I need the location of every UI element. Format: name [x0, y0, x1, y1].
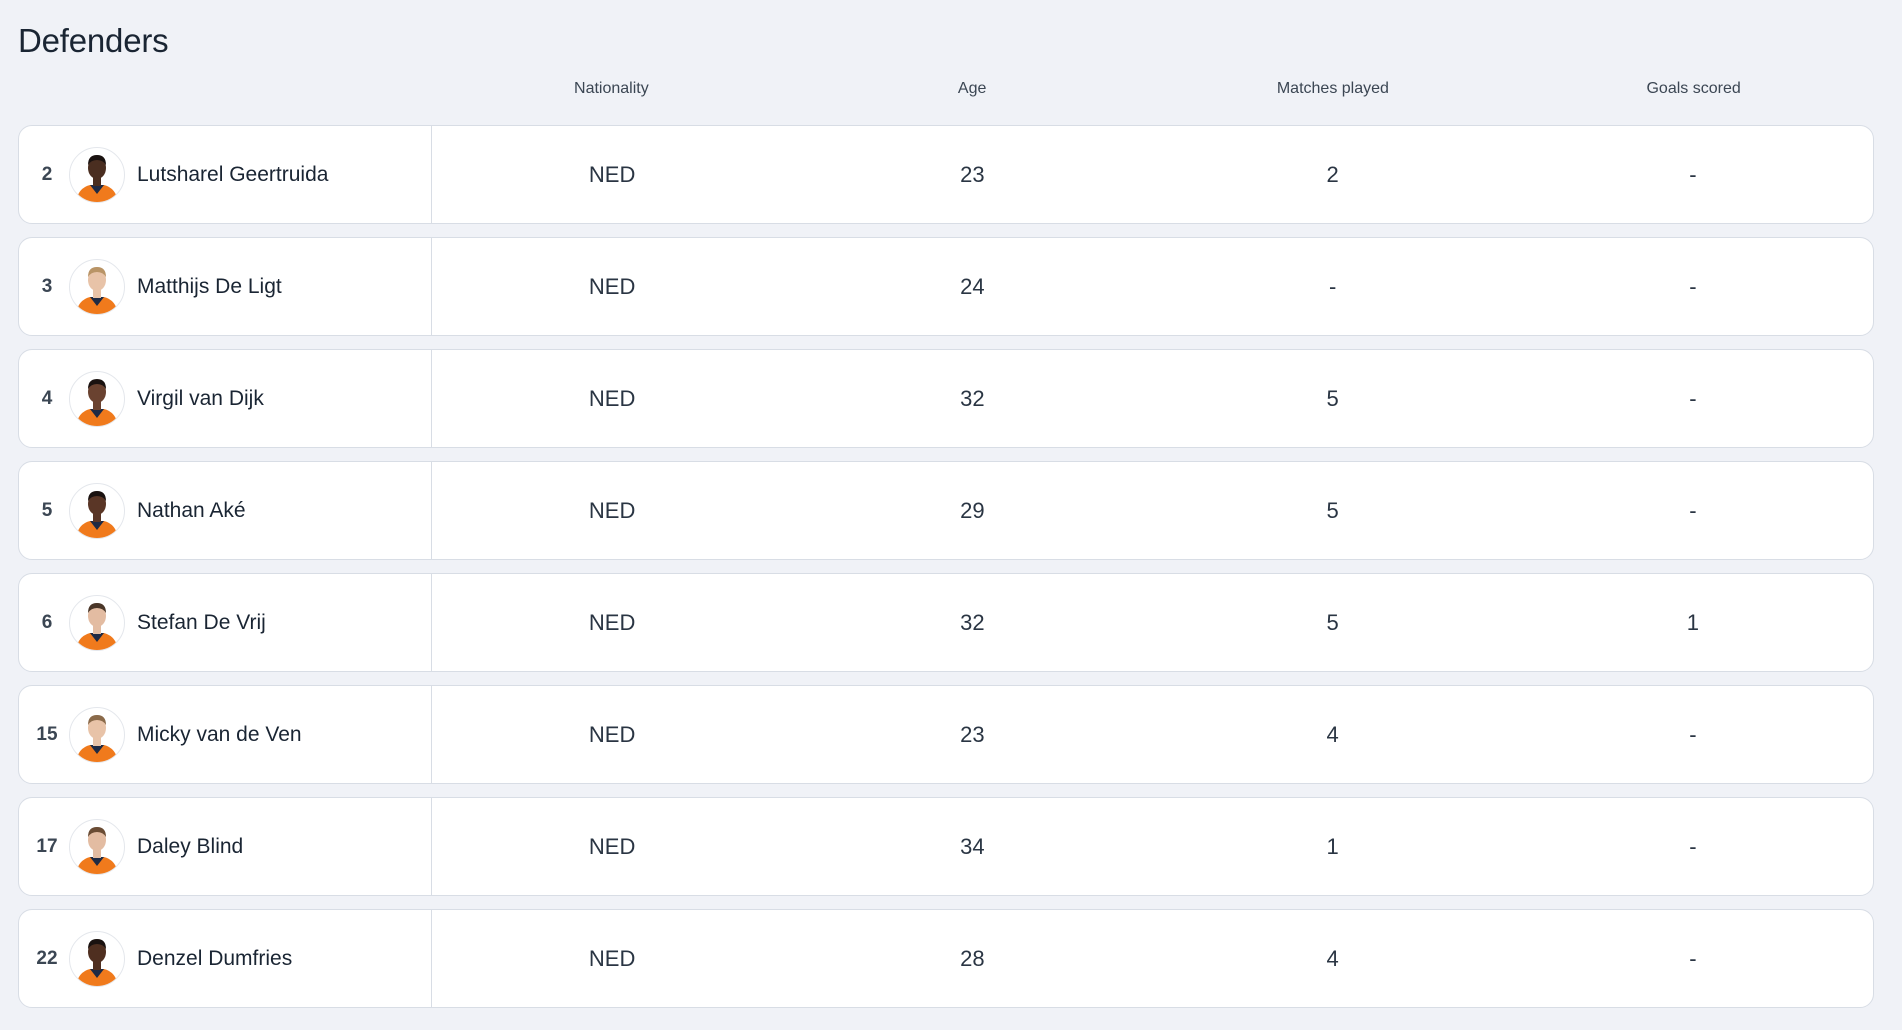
player-name[interactable]: Stefan De Vrij [137, 611, 266, 635]
matches-played-value: 5 [1326, 385, 1339, 411]
player-list: 2 Lutsharel Geertruida NED 23 2-3 Matthijs De… [18, 125, 1874, 1021]
player-row[interactable]: 6 Stefan De Vrij NED 32 5 1 [18, 573, 1874, 672]
player-row[interactable]: 5 Nathan Aké NED 29 5 - [18, 461, 1874, 560]
player-stats: NED 28 4 - [432, 910, 1873, 1007]
matches-played-value: 5 [1326, 609, 1339, 635]
shirt-number: 2 [41, 163, 53, 185]
goals-scored-value: - [1689, 161, 1697, 187]
player-stats: NED 23 4 - [432, 686, 1873, 783]
section-title: Defenders [18, 22, 169, 59]
header-matches-played: Matches played [1276, 80, 1389, 97]
goals-scored-value: - [1689, 497, 1697, 523]
player-photo-icon [76, 938, 118, 986]
player-row[interactable]: 15 Micky van de Ven NED 23 4 - [18, 685, 1874, 784]
player-row[interactable]: 4 Virgil van Dijk NED 32 5 - [18, 349, 1874, 448]
player-row[interactable]: 17 Daley Blind NED 34 1 - [18, 797, 1874, 896]
nationality-value: NED [588, 161, 636, 187]
player-stats: NED 32 5 - [432, 350, 1873, 447]
shirt-number: 4 [41, 387, 53, 409]
shirt-number: 17 [36, 835, 58, 857]
age-value: 23 [960, 721, 985, 747]
player-name[interactable]: Matthijs De Ligt [137, 275, 282, 299]
age-value: 23 [960, 161, 985, 187]
age-value: 24 [960, 273, 985, 299]
player-row[interactable]: 3 Matthijs De Ligt NED 24 - - [18, 237, 1874, 336]
player-stats: NED 29 5 - [432, 462, 1873, 559]
matches-played-value: 4 [1326, 945, 1339, 971]
player-avatar [69, 370, 125, 427]
player-avatar [69, 706, 125, 763]
nationality-value: NED [588, 497, 636, 523]
player-photo-icon [76, 714, 118, 762]
age-value: 32 [960, 609, 985, 635]
nationality-value: NED [588, 721, 636, 747]
matches-played-value: 2 [1326, 161, 1339, 187]
age-value: 32 [960, 385, 985, 411]
player-name[interactable]: Nathan Aké [137, 499, 246, 523]
goals-scored-value: - [1689, 721, 1697, 747]
goals-scored-value: - [1689, 833, 1697, 859]
player-stats: NED 24 - - [432, 238, 1873, 335]
player-row[interactable]: 2 Lutsharel Geertruida NED 23 2 - [18, 125, 1874, 224]
player-avatar [69, 258, 125, 315]
nationality-value: NED [588, 945, 636, 971]
age-value: 34 [960, 833, 985, 859]
player-avatar [69, 930, 125, 987]
player-cell[interactable]: 6 Stefan De Vrij [19, 574, 432, 671]
matches-played-value: - [1328, 273, 1337, 299]
player-cell[interactable]: 2 Lutsharel Geertruida [19, 126, 432, 223]
player-avatar [69, 482, 125, 539]
column-headers: Nationality Age Matches played Goals sco… [431, 80, 1874, 100]
header-goals-scored: Goals scored [1646, 80, 1741, 97]
player-name[interactable]: Daley Blind [137, 835, 243, 859]
header-age: Age [957, 80, 987, 97]
player-photo-icon [76, 490, 118, 538]
goals-scored-value: - [1689, 945, 1697, 971]
matches-played-value: 1 [1326, 833, 1339, 859]
header-nationality: Nationality [574, 80, 649, 97]
matches-played-value: 4 [1326, 721, 1339, 747]
player-stats: NED 32 5 1 [432, 574, 1873, 671]
goals-scored-value: - [1689, 385, 1697, 411]
nationality-value: NED [588, 833, 636, 859]
age-value: 28 [960, 945, 985, 971]
shirt-number: 3 [41, 275, 53, 297]
player-photo-icon [76, 378, 118, 426]
player-avatar [69, 146, 125, 203]
player-row[interactable]: 22 Denzel Dumfries NED 28 4 - [18, 909, 1874, 1008]
player-photo-icon [76, 602, 118, 650]
player-photo-icon [76, 266, 118, 314]
player-cell[interactable]: 17 Daley Blind [19, 798, 432, 895]
player-cell[interactable]: 3 Matthijs De Ligt [19, 238, 432, 335]
player-avatar [69, 594, 125, 651]
shirt-number: 15 [36, 723, 58, 745]
nationality-value: NED [588, 609, 636, 635]
player-avatar [69, 818, 125, 875]
player-cell[interactable]: 15 Micky van de Ven [19, 686, 432, 783]
goals-scored-value: - [1689, 273, 1697, 299]
player-name[interactable]: Virgil van Dijk [137, 387, 264, 411]
nationality-value: NED [588, 385, 636, 411]
shirt-number: 6 [41, 611, 53, 633]
nationality-value: NED [588, 273, 636, 299]
player-cell[interactable]: 5 Nathan Aké [19, 462, 432, 559]
player-cell[interactable]: 22 Denzel Dumfries [19, 910, 432, 1007]
player-name[interactable]: Lutsharel Geertruida [137, 163, 328, 187]
player-photo-icon [76, 154, 118, 202]
player-photo-icon [76, 826, 118, 874]
player-name[interactable]: Micky van de Ven [137, 723, 302, 747]
player-stats: NED 23 2 - [432, 126, 1873, 223]
age-value: 29 [960, 497, 985, 523]
goals-scored-value: 1 [1686, 609, 1699, 635]
player-name[interactable]: Denzel Dumfries [137, 947, 292, 971]
player-stats: NED 34 1 - [432, 798, 1873, 895]
player-cell[interactable]: 4 Virgil van Dijk [19, 350, 432, 447]
matches-played-value: 5 [1326, 497, 1339, 523]
shirt-number: 22 [36, 947, 58, 969]
shirt-number: 5 [41, 499, 53, 521]
